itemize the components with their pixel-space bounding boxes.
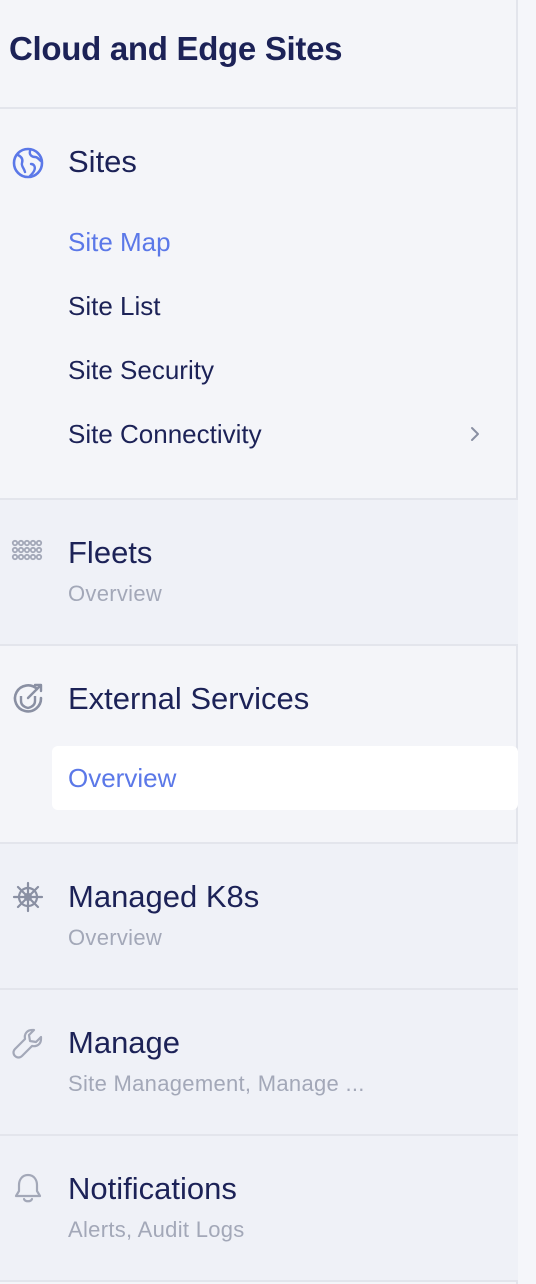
nav-item-label: Site Security xyxy=(68,355,214,385)
section-title-sites[interactable]: Sites xyxy=(68,144,137,180)
section-fleets[interactable]: Fleets Overview xyxy=(0,500,518,644)
nav-item-label: Site Map xyxy=(68,227,171,257)
section-title-fleets: Fleets xyxy=(68,535,153,570)
section-title-notifications: Notifications xyxy=(68,1171,237,1206)
wrench-icon xyxy=(12,1028,43,1059)
section-subtitle-notifications: Alerts, Audit Logs xyxy=(68,1217,245,1242)
nav-item-label: Site List xyxy=(68,291,161,321)
fleet-icon xyxy=(11,539,43,561)
shield-arrow-icon xyxy=(13,683,43,713)
section-subtitle-fleets: Overview xyxy=(68,581,163,606)
section-subtitle-managed-k8s: Overview xyxy=(68,925,163,950)
nav-item-site-connectivity[interactable]: Site Connectivity xyxy=(52,402,518,466)
page-title: Cloud and Edge Sites xyxy=(9,30,343,67)
nav-item-label: Site Connectivity xyxy=(68,419,262,449)
section-notifications[interactable]: Notifications Alerts, Audit Logs xyxy=(0,1136,518,1280)
chevron-right-icon xyxy=(471,427,479,441)
section-title-manage: Manage xyxy=(68,1025,181,1060)
nav-item-label: Overview xyxy=(68,763,177,793)
section-title-managed-k8s: Managed K8s xyxy=(68,879,260,914)
nav-item-site-list[interactable]: Site List xyxy=(52,274,518,338)
section-sites: Sites Site Map Site List Site Security S… xyxy=(0,109,518,498)
divider xyxy=(0,1280,518,1282)
section-external-services: External Services Overview xyxy=(0,646,518,842)
nav-item-site-security[interactable]: Site Security xyxy=(52,338,518,402)
globe-icon xyxy=(12,147,44,179)
bell-icon xyxy=(14,1173,42,1203)
section-subtitle-manage: Site Management, Manage ... xyxy=(68,1071,365,1096)
section-manage[interactable]: Manage Site Management, Manage ... xyxy=(0,990,518,1134)
sidebar-navigation: Cloud and Edge Sites Sites Site Map Site… xyxy=(0,0,518,1284)
nav-item-site-map[interactable]: Site Map xyxy=(52,210,518,274)
section-managed-k8s[interactable]: Managed K8s Overview xyxy=(0,844,518,988)
helm-wheel-icon xyxy=(12,881,44,913)
nav-item-overview[interactable]: Overview xyxy=(52,746,518,810)
section-title-external-services[interactable]: External Services xyxy=(68,681,309,717)
